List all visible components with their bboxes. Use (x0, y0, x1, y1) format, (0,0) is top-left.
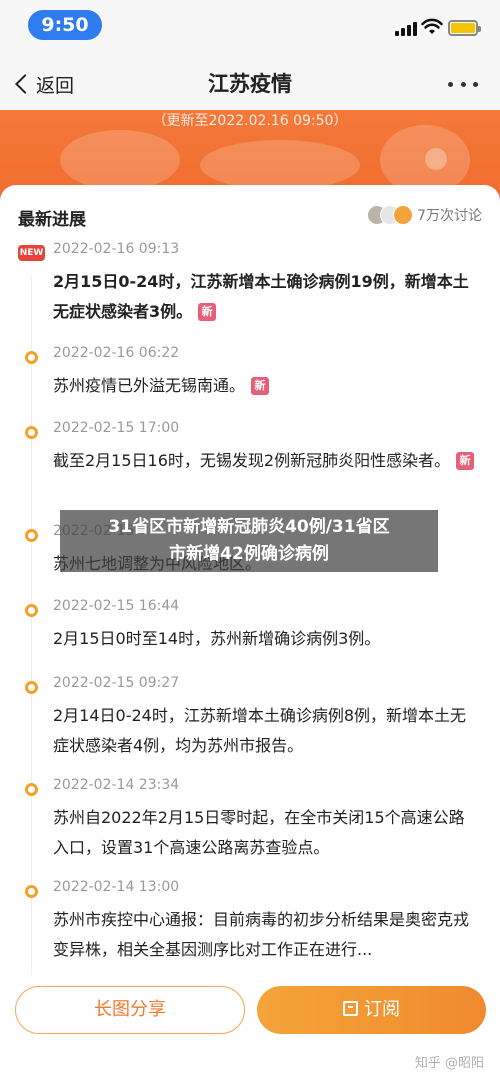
new-badge: 新 (198, 303, 217, 321)
entry-time: 2022-02-14 23:34 (53, 777, 180, 793)
card-title: 最新进展 (18, 210, 86, 230)
new-badge: 新 (456, 452, 475, 470)
entry-time: 2022-02-15 17:00 (53, 420, 180, 436)
discussion-info[interactable]: 7万次讨论 (367, 205, 482, 225)
battery-icon (448, 20, 481, 36)
entry-time: 2022-02-16 06:22 (53, 345, 180, 361)
page-title: 江苏疫情 (208, 72, 292, 96)
share-long-image-button[interactable]: 长图分享 (15, 986, 245, 1034)
entry-text: 截至2月15日16时，无锡发现2例新冠肺炎阳性感染者。新 (53, 446, 478, 476)
latest-progress-card: 最新进展 7万次讨论 NEW 2022-02-16 09:13 2月15日0-2… (0, 185, 500, 995)
signal-icon (395, 22, 417, 36)
entry-time: 2022-02-15 16:44 (53, 598, 180, 614)
timeline-dot (25, 783, 38, 796)
entry-text: 2月15日0时至14时，苏州新增确诊病例3例。 (53, 629, 381, 648)
more-icon[interactable] (448, 82, 478, 88)
timeline-dot (25, 885, 38, 898)
subscribe-label: 订阅 (364, 999, 400, 1020)
timeline-dot (25, 351, 38, 364)
discussion-count: 7万次讨论 (417, 208, 482, 224)
entry-time: 2022-02-16 09:13 (53, 241, 180, 257)
headline-line-2: 市新增42例确诊病例 (169, 544, 329, 564)
avatar (393, 205, 414, 225)
entry-text: 2月14日0-24时，江苏新增本土确诊病例8例，新增本土无症状感染者4例，均为苏… (53, 706, 467, 755)
timeline-dot (25, 604, 38, 617)
status-bar: 9:50 (0, 0, 500, 52)
entry-time: 2022-02-15 09:27 (53, 675, 180, 691)
entry-time: 2022-02-14 13:00 (53, 879, 180, 895)
timeline-dot (25, 426, 38, 439)
entry-text: 苏州自2022年2月15日零时起，在全市关闭15个高速公路入口，设置31个高速公… (53, 808, 465, 857)
new-badge: 新 (251, 377, 270, 395)
subscribe-icon (343, 1001, 358, 1016)
entry-text: 苏州市疾控中心通报：目前病毒的初步分析结果是奥密克戎变异株，相关全基因测序比对工… (53, 910, 470, 959)
subscribe-button[interactable]: 订阅 (257, 986, 486, 1034)
headline-overlay: 31省区市新增新冠肺炎40例/31省区 市新增42例确诊病例 (60, 510, 438, 572)
entry-text: 苏州疫情已外溢无锡南通。新 (53, 371, 478, 401)
timeline-dot (25, 529, 38, 542)
nav-bar: 返回 江苏疫情 (0, 52, 500, 110)
wifi-icon (421, 18, 443, 34)
timeline-dot (25, 681, 38, 694)
bottom-bar: 长图分享 订阅 知乎 @昭阳 (0, 975, 500, 1082)
status-time: 9:50 (28, 10, 102, 40)
new-tag: NEW (18, 245, 45, 261)
headline-line-1: 31省区市新增新冠肺炎40例/31省区 (108, 517, 390, 537)
watermark: 知乎 @昭阳 (414, 1056, 484, 1071)
entry-text: 2月15日0-24时，江苏新增本土确诊病例19例，新增本土无症状感染者3例。新 (53, 272, 469, 321)
